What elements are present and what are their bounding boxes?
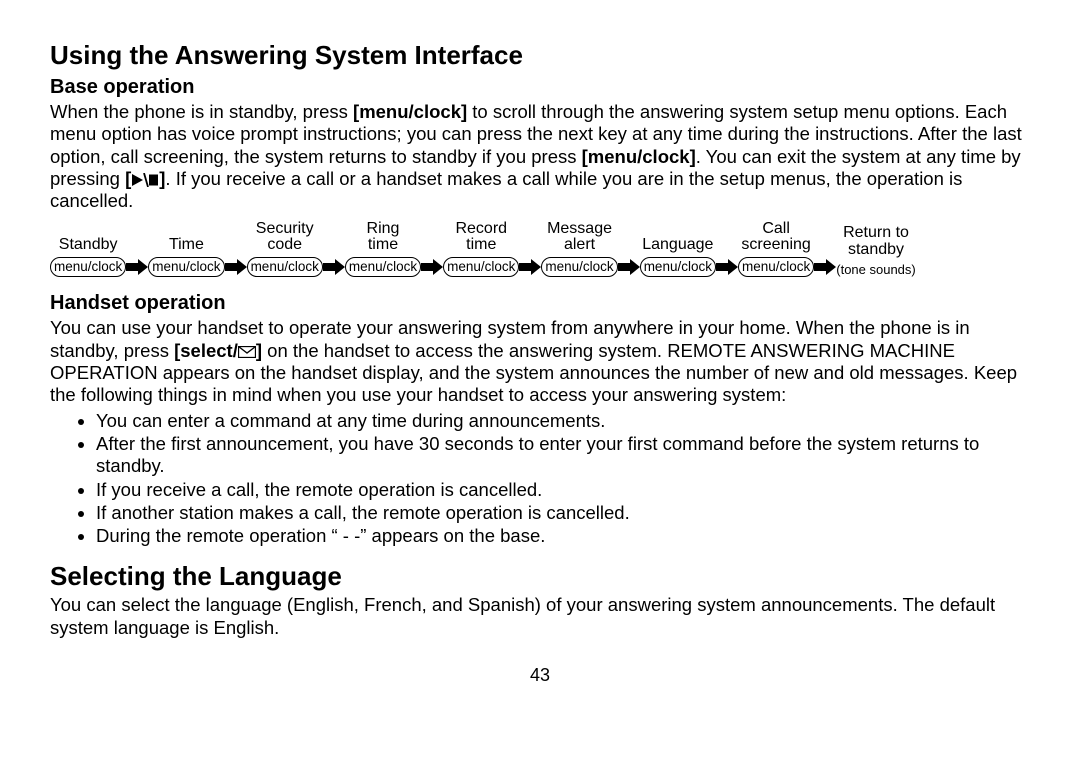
menu-clock-button: menu/clock [345, 257, 421, 277]
flow-final-label: Return tostandby [843, 225, 909, 259]
arrow-icon [814, 259, 836, 275]
flow-step-label: Securitycode [256, 220, 314, 254]
flow-step: Standby menu/clock [50, 220, 126, 277]
arrow-icon [126, 259, 148, 275]
arrow-icon [323, 259, 345, 275]
menu-clock-button: menu/clock [640, 257, 716, 277]
flow-step-label: Callscreening [741, 220, 810, 254]
text: When the phone is in standby, press [50, 101, 353, 122]
menu-clock-button: menu/clock [50, 257, 126, 277]
arrow-icon [519, 259, 541, 275]
handset-operation-heading: Handset operation [50, 291, 1030, 315]
flow-step-label: Language [642, 220, 713, 254]
arrow-icon [225, 259, 247, 275]
list-item: If another station makes a call, the rem… [96, 502, 1030, 524]
flow-step: Time menu/clock [148, 220, 224, 277]
flow-step: Callscreening menu/clock [738, 220, 814, 277]
flow-step: Language menu/clock [640, 220, 716, 277]
flow-step-label: Standby [59, 220, 118, 254]
tone-sounds-label: (tone sounds) [836, 262, 916, 278]
flow-step: Recordtime menu/clock [443, 220, 519, 277]
selecting-language-heading: Selecting the Language [50, 561, 1030, 592]
flow-step: Ringtime menu/clock [345, 220, 421, 277]
select-bold: [select/ [174, 340, 238, 361]
list-item: After the first announcement, you have 3… [96, 433, 1030, 477]
list-item: During the remote operation “ - -” appea… [96, 525, 1030, 547]
menu-clock-bold: [menu/clock] [353, 101, 467, 122]
menu-clock-button: menu/clock [247, 257, 323, 277]
flow-step: Securitycode menu/clock [247, 220, 323, 277]
text: . If you receive a call or a handset mak… [50, 168, 962, 211]
selecting-language-paragraph: You can select the language (English, Fr… [50, 594, 1030, 638]
flow-step-label: Time [169, 220, 204, 254]
list-item: You can enter a command at any time duri… [96, 410, 1030, 432]
flow-final: Return tostandby (tone sounds) [836, 225, 916, 277]
flow-step: Messagealert menu/clock [541, 220, 617, 277]
page-number: 43 [50, 665, 1030, 687]
base-operation-heading: Base operation [50, 75, 1030, 99]
flow-step-label: Ringtime [367, 220, 400, 254]
arrow-icon [716, 259, 738, 275]
envelope-icon [238, 346, 256, 358]
list-item: If you receive a call, the remote operat… [96, 479, 1030, 501]
section-heading: Using the Answering System Interface [50, 40, 1030, 71]
flow-step-label: Messagealert [547, 220, 612, 254]
handset-operation-paragraph: You can use your handset to operate your… [50, 317, 1030, 406]
menu-clock-button: menu/clock [148, 257, 224, 277]
play-stop-icon [131, 173, 159, 187]
arrow-icon [421, 259, 443, 275]
menu-clock-button: menu/clock [541, 257, 617, 277]
menu-clock-button: menu/clock [443, 257, 519, 277]
menu-clock-bold: [menu/clock] [582, 146, 696, 167]
handset-bullet-list: You can enter a command at any time duri… [78, 410, 1030, 547]
menu-flow-diagram: Standbymenu/clockTimemenu/clockSecurityc… [50, 220, 1030, 277]
arrow-icon [618, 259, 640, 275]
flow-step-label: Recordtime [455, 220, 507, 254]
base-operation-paragraph: When the phone is in standby, press [men… [50, 101, 1030, 212]
menu-clock-button: menu/clock [738, 257, 814, 277]
